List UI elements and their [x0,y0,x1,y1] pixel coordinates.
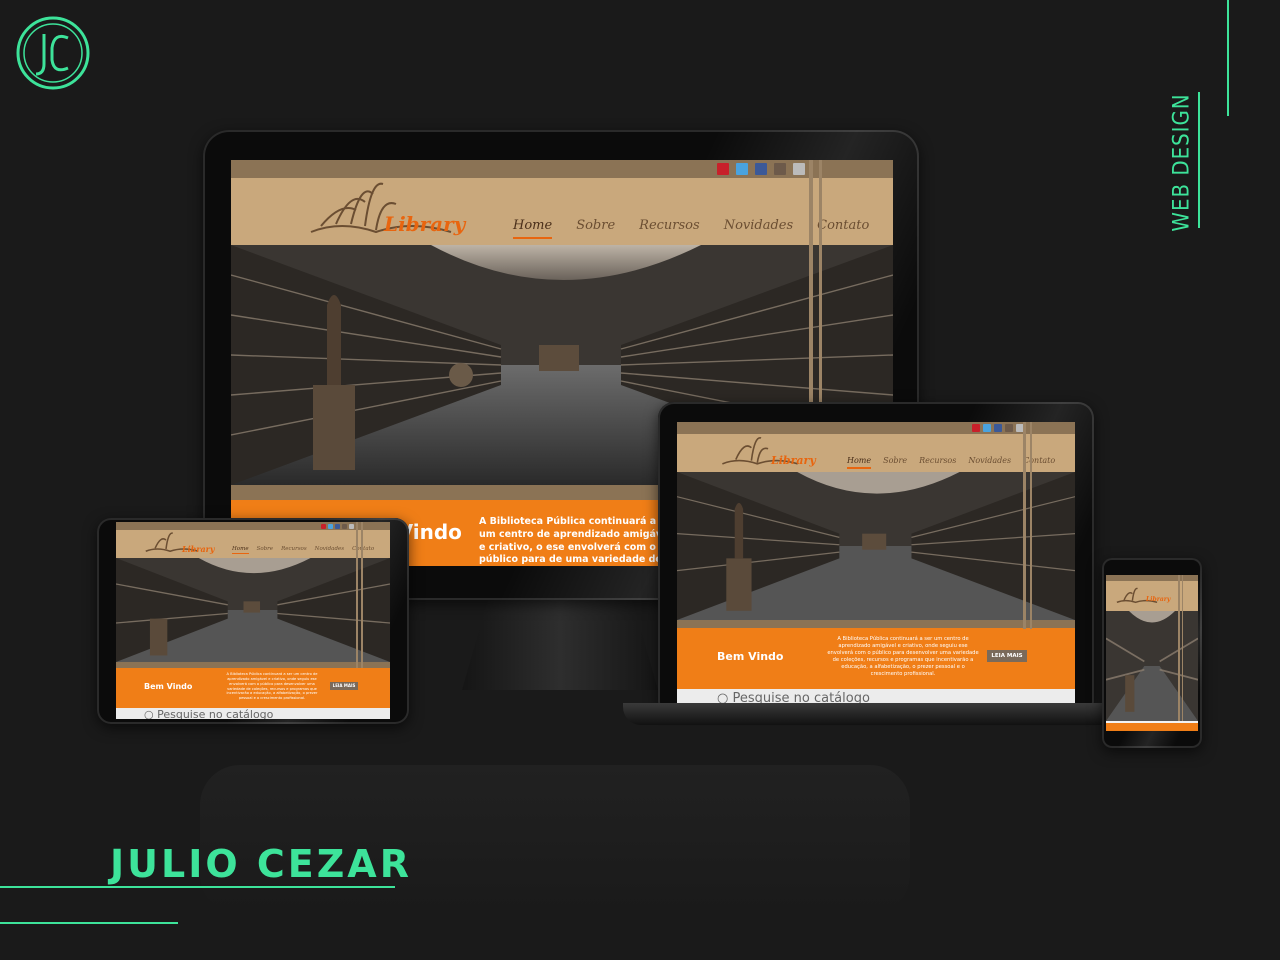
decor-pillars [356,522,366,668]
nav-recursos[interactable]: Recursos [281,546,307,554]
welcome-description: A Biblioteca Pública continuará a ser um… [827,636,979,678]
nav-novidades[interactable]: Novidades [724,218,793,239]
welcome-description: A Biblioteca Pública continuará a ser um… [226,672,318,701]
nav-novidades[interactable]: Novidades [968,456,1011,469]
site-header: Library Home Sobre Recursos Novidades Co… [231,178,893,245]
decor-pillars [1023,422,1037,629]
welcome-section: Bem Vindo A Biblioteca Pública continuar… [116,668,390,708]
nav-sobre[interactable]: Sobre [576,218,615,239]
social-bar [231,160,893,178]
logo-text: Library [1146,596,1171,603]
facebook-icon[interactable] [994,424,1002,432]
twitter-icon[interactable] [983,424,991,432]
hero-bottom-strip [677,620,1075,628]
laptop: Library Home Sobre Recursos Novidades Co… [658,402,1094,706]
search-bar[interactable]: ○ Pesquise no catálogo [116,708,390,719]
instagram-icon[interactable] [774,163,786,175]
nav-recursos[interactable]: Recursos [639,218,700,239]
search-icon: ○ [144,708,158,719]
youtube-icon[interactable] [972,424,980,432]
nav-home[interactable]: Home [232,546,249,554]
facebook-icon[interactable] [755,163,767,175]
read-more-button[interactable]: LEIA MAIS [987,650,1027,662]
logo-text: Library [182,544,215,554]
phone-screen: Library [1106,575,1198,731]
welcome-description: A Biblioteca Pública continuará a ser um… [479,516,676,566]
welcome-heading: Bem Vindo [717,650,784,663]
generic-icon[interactable] [793,163,805,175]
nav-sobre[interactable]: Sobre [883,456,907,469]
welcome-heading: Bem Vindo [144,682,193,691]
tablet-screen: Library Home Sobre Recursos Novidades Co… [116,522,390,719]
welcome-section: Bem Vindo A Biblioteca Pública continuar… [677,628,1075,689]
social-bar [116,522,390,530]
read-more-button[interactable]: LEIA MAIS [330,682,358,690]
twitter-icon[interactable] [736,163,748,175]
accent-line-bottom [0,922,178,924]
monitor-stand [462,594,658,690]
welcome-section [1106,723,1198,731]
facebook-icon[interactable] [335,523,340,529]
phone: Library [1102,558,1202,748]
nav-recursos[interactable]: Recursos [919,456,956,469]
decor-pillars [1178,575,1186,721]
laptop-base [623,703,1135,725]
generic-icon[interactable] [349,523,354,529]
youtube-icon[interactable] [321,523,326,529]
site-header: Library Home Sobre Recursos Novidades Co… [677,434,1075,472]
nav-home[interactable]: Home [847,456,872,469]
instagram-icon[interactable] [1005,424,1013,432]
laptop-screen: Library Home Sobre Recursos Novidades Co… [677,422,1075,705]
logo-text: Library [771,454,816,467]
nav-home[interactable]: Home [513,218,553,239]
nav-novidades[interactable]: Novidades [315,546,344,554]
search-placeholder: Pesquise no catálogo [157,708,274,719]
hero-image [116,558,390,662]
site-header: Library Home Sobre Recursos Novidades Co… [116,530,390,558]
main-nav: Home Sobre Recursos Novidades Contato [232,546,374,554]
twitter-icon[interactable] [328,523,333,529]
side-label: WEB DESIGN [1169,92,1195,232]
instagram-icon[interactable] [342,523,347,529]
tablet: Library Home Sobre Recursos Novidades Co… [97,518,409,724]
accent-line-author [0,886,395,888]
social-bar [677,422,1075,434]
jc-monogram-logo [16,16,90,90]
youtube-icon[interactable] [717,163,729,175]
author-name: JULIO CEZAR [110,842,412,886]
accent-line-top-right [1227,0,1229,116]
hero-image [677,472,1075,620]
floor-reflection [200,765,910,915]
logo-text: Library [384,212,466,236]
nav-sobre[interactable]: Sobre [257,546,273,554]
